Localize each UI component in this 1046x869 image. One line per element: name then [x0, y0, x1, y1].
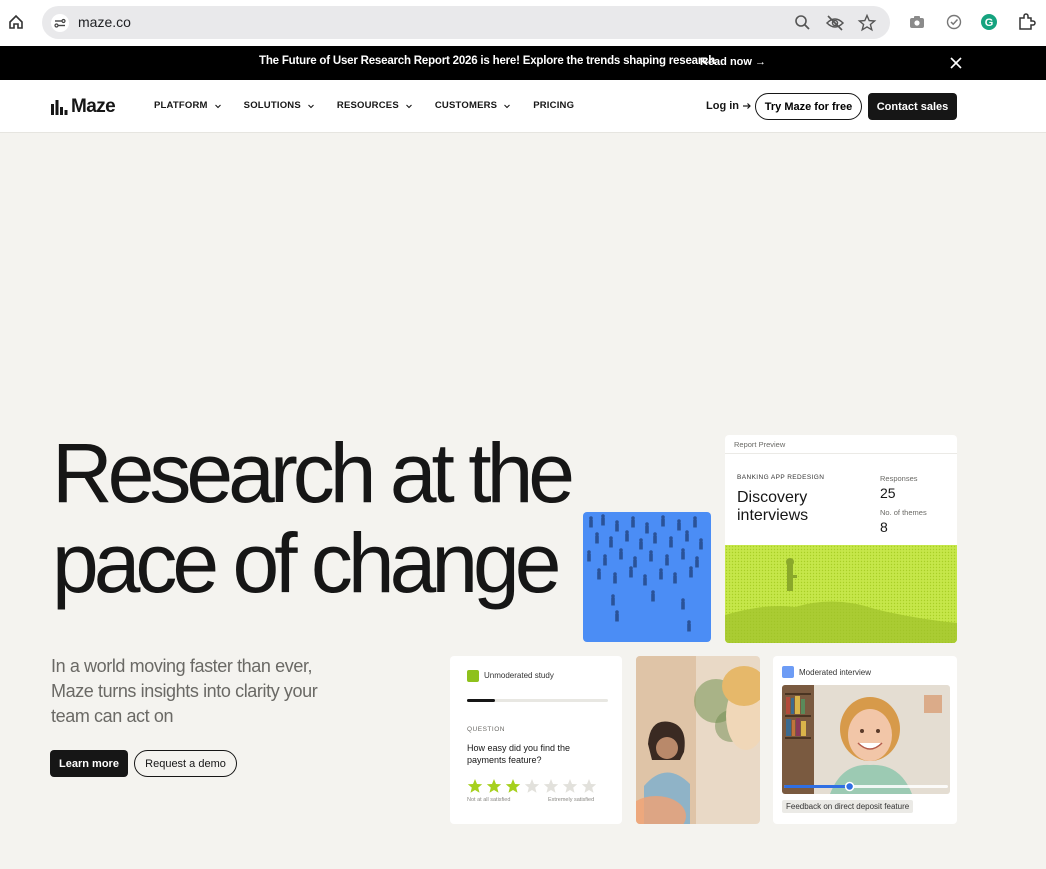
hero-headline-line-2: pace of change — [52, 516, 561, 610]
chevron-down-icon — [405, 104, 412, 108]
themes-value: 8 — [880, 519, 888, 535]
hillside-figure-image — [725, 545, 957, 643]
camera-icon[interactable] — [907, 12, 927, 32]
try-for-free-button[interactable]: Try Maze for free — [755, 93, 862, 120]
extensions-icon[interactable] — [1016, 12, 1036, 32]
report-title: Discovery interviews — [737, 489, 809, 524]
hero-headline-line-1: Research at the — [52, 426, 575, 520]
browser-toolbar: maze.co G — [0, 0, 1046, 46]
nav-item-label: PLATFORM — [154, 100, 208, 111]
crowd-image — [583, 512, 711, 642]
star-empty-icon[interactable] — [562, 778, 578, 794]
request-demo-button[interactable]: Request a demo — [134, 750, 237, 777]
star-rating[interactable] — [467, 778, 597, 794]
svg-text:G: G — [985, 17, 994, 29]
interview-caption: Feedback on direct deposit feature — [782, 800, 914, 813]
divider — [725, 453, 957, 454]
report-kicker: BANKING APP REDESIGN — [737, 474, 825, 481]
brand-name: Maze — [71, 96, 116, 117]
bookmark-star-icon[interactable] — [857, 13, 877, 33]
announcement-message: The Future of User Research Report 2026 … — [259, 55, 716, 67]
star-empty-icon[interactable] — [543, 778, 559, 794]
star-empty-icon[interactable] — [581, 778, 597, 794]
site-settings-icon[interactable] — [50, 13, 70, 33]
star-empty-icon[interactable] — [524, 778, 540, 794]
arrow-right-icon — [743, 103, 751, 109]
chevron-down-icon — [504, 104, 511, 108]
eye-off-icon[interactable] — [825, 13, 845, 33]
nav-item-platform[interactable]: PLATFORM — [154, 100, 222, 111]
nav-item-solutions[interactable]: SOLUTIONS — [244, 100, 315, 111]
nav-item-resources[interactable]: RESOURCES — [337, 100, 413, 111]
crowd-silhouettes — [587, 514, 703, 632]
nav-item-label: RESOURCES — [336, 100, 399, 111]
interview-tag-icon — [782, 666, 794, 678]
responses-value: 25 — [880, 485, 896, 501]
star-filled-icon[interactable] — [505, 778, 521, 794]
nav-item-pricing[interactable]: PRICING — [533, 100, 574, 111]
report-preview-header: Report Preview — [734, 440, 786, 449]
question-label: QUESTION — [467, 726, 505, 733]
unmoderated-study-card: Unmoderated study QUESTION How easy did … — [450, 656, 622, 824]
themes-label: No. of themes — [880, 508, 927, 517]
report-preview-card: Report Preview BANKING APP REDESIGN Disc… — [725, 435, 957, 643]
nav-item-label: SOLUTIONS — [243, 100, 301, 111]
star-filled-icon[interactable] — [467, 778, 483, 794]
moderated-interview-card: Moderated interview Feedback on direct d… — [773, 656, 957, 824]
participant-photo — [636, 656, 760, 824]
check-circle-icon[interactable] — [944, 12, 964, 32]
chevron-down-icon — [214, 104, 221, 108]
contact-sales-button[interactable]: Contact sales — [868, 93, 957, 120]
study-progress-bar — [467, 699, 608, 702]
read-now-link[interactable]: Read now → — [700, 56, 766, 68]
learn-more-button[interactable]: Learn more — [50, 750, 128, 777]
rating-low-label: Not at all satisfied — [467, 797, 511, 803]
address-bar[interactable]: maze.co — [42, 6, 890, 39]
study-tag-icon — [467, 670, 479, 682]
study-progress-fill — [467, 699, 496, 702]
hero-headline: Research at the pace of change — [52, 426, 575, 610]
question-text: How easy did you find the payments featu… — [467, 743, 571, 765]
login-link[interactable]: Log in — [706, 100, 752, 112]
responses-label: Responses — [880, 474, 918, 483]
grammarly-icon[interactable]: G — [979, 12, 999, 32]
maze-logo[interactable]: Maze — [50, 96, 116, 118]
close-icon[interactable] — [948, 55, 964, 71]
nav-item-label: CUSTOMERS — [434, 100, 498, 111]
interview-video[interactable] — [782, 685, 950, 794]
interview-video-frame — [782, 685, 950, 794]
url-text[interactable]: maze.co — [78, 14, 131, 30]
rating-high-label: Extremely satisfied — [548, 797, 595, 803]
nav-item-customers[interactable]: CUSTOMERS — [435, 100, 511, 111]
primary-nav: PLATFORM SOLUTIONS RESOURCES CUSTOMERS PRICI… — [154, 100, 596, 111]
chevron-down-icon — [308, 104, 314, 108]
interview-tag: Moderated interview — [799, 668, 872, 677]
star-filled-icon[interactable] — [486, 778, 502, 794]
home-icon[interactable] — [6, 12, 26, 32]
zoom-icon[interactable] — [793, 13, 813, 33]
study-tag: Unmoderated study — [484, 671, 554, 680]
report-hero-image — [725, 545, 957, 643]
hero-subcopy: In a world moving faster than ever, Maze… — [51, 656, 318, 726]
announcement-bar: The Future of User Research Report 2026 … — [0, 46, 1046, 80]
participant-photo-image — [636, 656, 760, 824]
maze-logo-mark-icon — [51, 100, 68, 115]
nav-item-label: PRICING — [533, 100, 575, 111]
